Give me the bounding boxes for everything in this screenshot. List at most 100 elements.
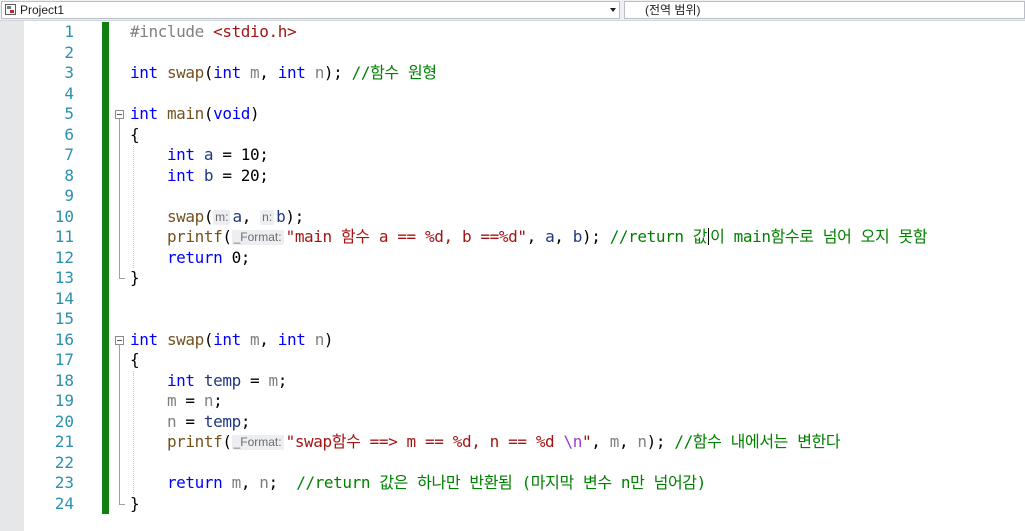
line-number: 11 <box>54 227 74 246</box>
function-name: swap <box>166 63 204 82</box>
line-number: 8 <box>64 165 74 185</box>
code-line[interactable]: 10 swap(m: a, n: b); <box>0 207 1025 228</box>
code-token: , <box>618 432 638 451</box>
code-token: , <box>591 432 610 451</box>
project-dropdown[interactable]: Project1 <box>1 1 620 19</box>
navigation-bar: Project1 (전역 범위) <box>0 0 1025 21</box>
code-line[interactable]: 21 printf(_Format: "swap함수 ==> m == %d, n… <box>0 432 1025 453</box>
code-editor[interactable]: 1 #include <stdio.h> 2 3 int swap(int m, int… <box>0 21 1025 531</box>
code-text[interactable]: #include <stdio.h> <box>130 22 297 43</box>
code-text[interactable]: return m, n; //return 값은 하나만 반환됨 (마지막 변수… <box>130 473 706 494</box>
code-line[interactable]: 16 int swap(int m, int n) <box>0 330 1025 351</box>
code-token: , <box>240 473 260 492</box>
string-literal: "swap함수 ==> m == %d, n == %d <box>285 432 564 451</box>
code-line[interactable]: 20 n = temp; <box>0 412 1025 433</box>
code-text[interactable]: int a = 10; <box>130 145 269 166</box>
code-text[interactable]: int main(void) <box>130 104 260 125</box>
local-variable: temp <box>203 370 241 390</box>
code-text[interactable]: { <box>130 125 140 146</box>
code-text[interactable]: printf(_Format: "main 함수 a == %d, b ==%d"… <box>130 227 928 248</box>
line-number: 7 <box>64 145 74 164</box>
project-icon <box>5 4 16 15</box>
comment: 이 main함수로 넘어 오지 못함 <box>710 227 928 246</box>
code-line[interactable]: 6{ <box>0 125 1025 146</box>
keyword: int <box>166 370 195 390</box>
code-text[interactable]: int b = 20; <box>130 166 269 187</box>
collapse-region-icon[interactable] <box>115 110 124 119</box>
keyword: int <box>277 329 306 349</box>
line-number: 4 <box>64 83 74 103</box>
parameter: m <box>250 63 260 82</box>
code-line[interactable]: 17 { <box>0 350 1025 371</box>
code-token: } <box>130 268 140 287</box>
indent-guide <box>133 145 134 268</box>
line-number: 2 <box>64 42 74 62</box>
line-number: 14 <box>54 288 74 308</box>
code-text[interactable]: } <box>130 494 140 515</box>
collapse-region-icon[interactable] <box>115 335 124 345</box>
code-line[interactable]: 12 return 0; <box>0 248 1025 269</box>
keyword: int <box>130 104 158 123</box>
code-text[interactable]: n = temp; <box>130 412 251 433</box>
code-line[interactable]: 18 int temp = m; <box>0 371 1025 392</box>
code-line[interactable]: 15 <box>0 309 1025 330</box>
code-text[interactable]: } <box>130 268 140 289</box>
code-line[interactable]: 22 <box>0 453 1025 474</box>
code-line[interactable]: 23 return m, n; //return 값은 하나만 반환됨 (마지막… <box>0 473 1025 494</box>
code-line[interactable]: 14 <box>0 289 1025 310</box>
code-line[interactable]: 9 <box>0 186 1025 207</box>
code-line[interactable]: 13} <box>0 268 1025 289</box>
code-line[interactable]: 8 int b = 20; <box>0 166 1025 187</box>
code-line[interactable]: 1 #include <stdio.h> <box>0 22 1025 43</box>
project-name: Project1 <box>20 3 65 17</box>
code-line[interactable]: 24} <box>0 494 1025 515</box>
code-token: 0; <box>222 247 251 267</box>
line-number: 17 <box>54 350 74 369</box>
code-token: , <box>241 206 261 226</box>
parameter: n <box>314 329 325 349</box>
code-line[interactable]: 2 <box>0 43 1025 64</box>
outline-end <box>119 503 125 505</box>
keyword: int <box>130 329 158 349</box>
code-token: ; <box>213 391 223 410</box>
code-text[interactable]: printf(_Format: "swap함수 ==> m == %d, n ==… <box>130 432 841 453</box>
function-name: swap <box>166 329 204 349</box>
keyword: return <box>166 473 223 492</box>
code-line[interactable]: 5 int main(void) <box>0 104 1025 125</box>
code-token: ) <box>323 329 334 349</box>
scope-dropdown[interactable]: (전역 범위) <box>624 1 1025 19</box>
code-token: ); <box>323 63 352 82</box>
include-path: <stdio.h> <box>213 22 297 41</box>
code-line[interactable]: 3 int swap(int m, int n); //함수 원형 <box>0 63 1025 84</box>
local-variable: a <box>203 145 214 164</box>
code-text[interactable]: return 0; <box>130 247 251 269</box>
code-line[interactable]: 7 int a = 10; <box>0 145 1025 166</box>
code-text[interactable]: int temp = m; <box>130 371 287 392</box>
text-cursor <box>708 228 710 245</box>
code-text[interactable]: int swap(int m, int n); //함수 원형 <box>130 63 437 84</box>
line-number: 19 <box>54 391 74 410</box>
chevron-down-icon[interactable] <box>610 8 616 12</box>
parameter: n <box>637 432 647 451</box>
code-text[interactable]: swap(m: a, n: b); <box>130 207 304 228</box>
code-line[interactable]: 11 printf(_Format: "main 함수 a == %d, b ==… <box>0 227 1025 248</box>
code-line[interactable]: 4 <box>0 84 1025 105</box>
line-number: 3 <box>64 63 74 82</box>
code-text[interactable]: { <box>130 350 140 371</box>
code-text[interactable]: m = n; <box>130 391 223 412</box>
local-variable: a <box>232 206 242 226</box>
keyword: return <box>166 247 223 267</box>
code-text[interactable]: int swap(int m, int n) <box>130 329 334 351</box>
code-token: , <box>526 227 546 246</box>
parameter: m <box>268 370 279 390</box>
line-number: 10 <box>54 206 74 226</box>
code-line[interactable]: 19 m = n; <box>0 391 1025 412</box>
